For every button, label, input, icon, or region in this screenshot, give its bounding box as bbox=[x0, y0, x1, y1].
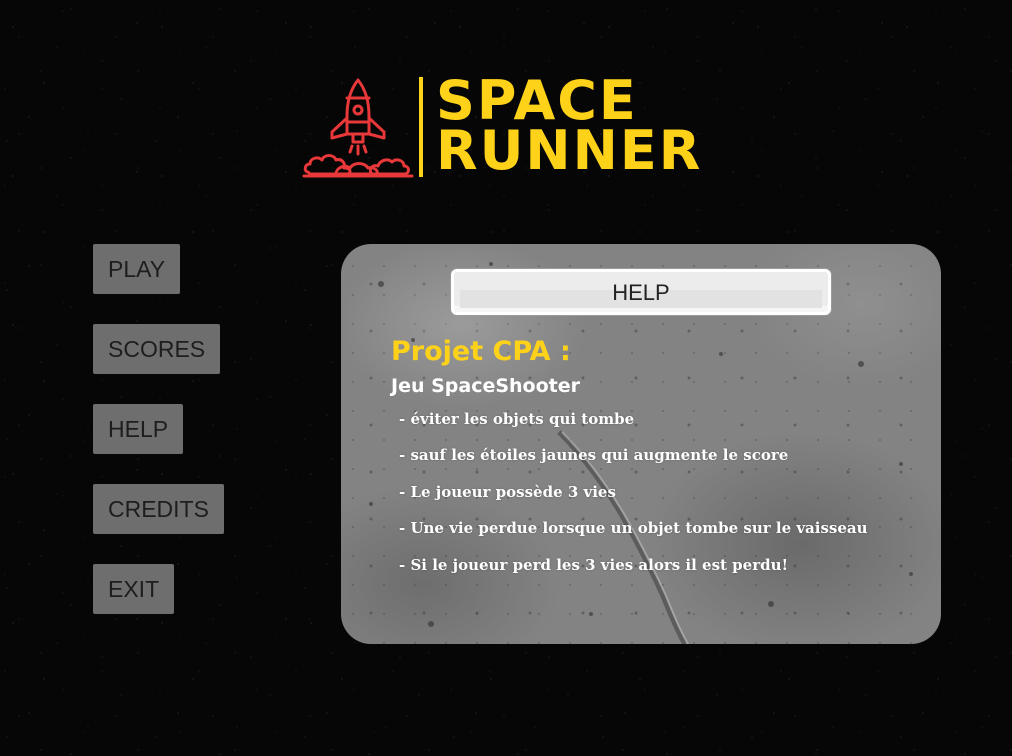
exit-button[interactable]: EXIT bbox=[93, 564, 175, 614]
play-button[interactable]: PLAY bbox=[93, 244, 181, 294]
game-logo: SPACE RUNNER bbox=[300, 72, 740, 184]
project-title: Projet CPA : bbox=[391, 336, 571, 367]
logo-divider bbox=[419, 77, 423, 177]
rule-item: - éviter les objets qui tombe bbox=[399, 410, 635, 428]
rule-item: - Si le joueur perd les 3 vies alors il … bbox=[399, 556, 789, 574]
rule-item: - Une vie perdue lorsque un objet tombe … bbox=[399, 519, 868, 537]
logo-line-2: RUNNER bbox=[436, 119, 703, 182]
rule-item: - sauf les étoiles jaunes qui augmente l… bbox=[399, 446, 789, 464]
game-screen: SPACE RUNNER PLAY SCORES HELP CREDITS EX… bbox=[0, 0, 1012, 756]
rocket-launch-icon bbox=[302, 78, 414, 178]
help-title: HELP bbox=[612, 280, 670, 305]
rule-item: - Le joueur possède 3 vies bbox=[399, 483, 616, 501]
project-subtitle: Jeu SpaceShooter bbox=[391, 375, 581, 397]
credits-button[interactable]: CREDITS bbox=[93, 484, 224, 534]
help-button[interactable]: HELP bbox=[93, 404, 184, 454]
scores-button[interactable]: SCORES bbox=[93, 324, 221, 374]
help-panel: HELP Projet CPA : Jeu SpaceShooter - évi… bbox=[341, 244, 941, 644]
help-title-box: HELP bbox=[451, 269, 831, 315]
